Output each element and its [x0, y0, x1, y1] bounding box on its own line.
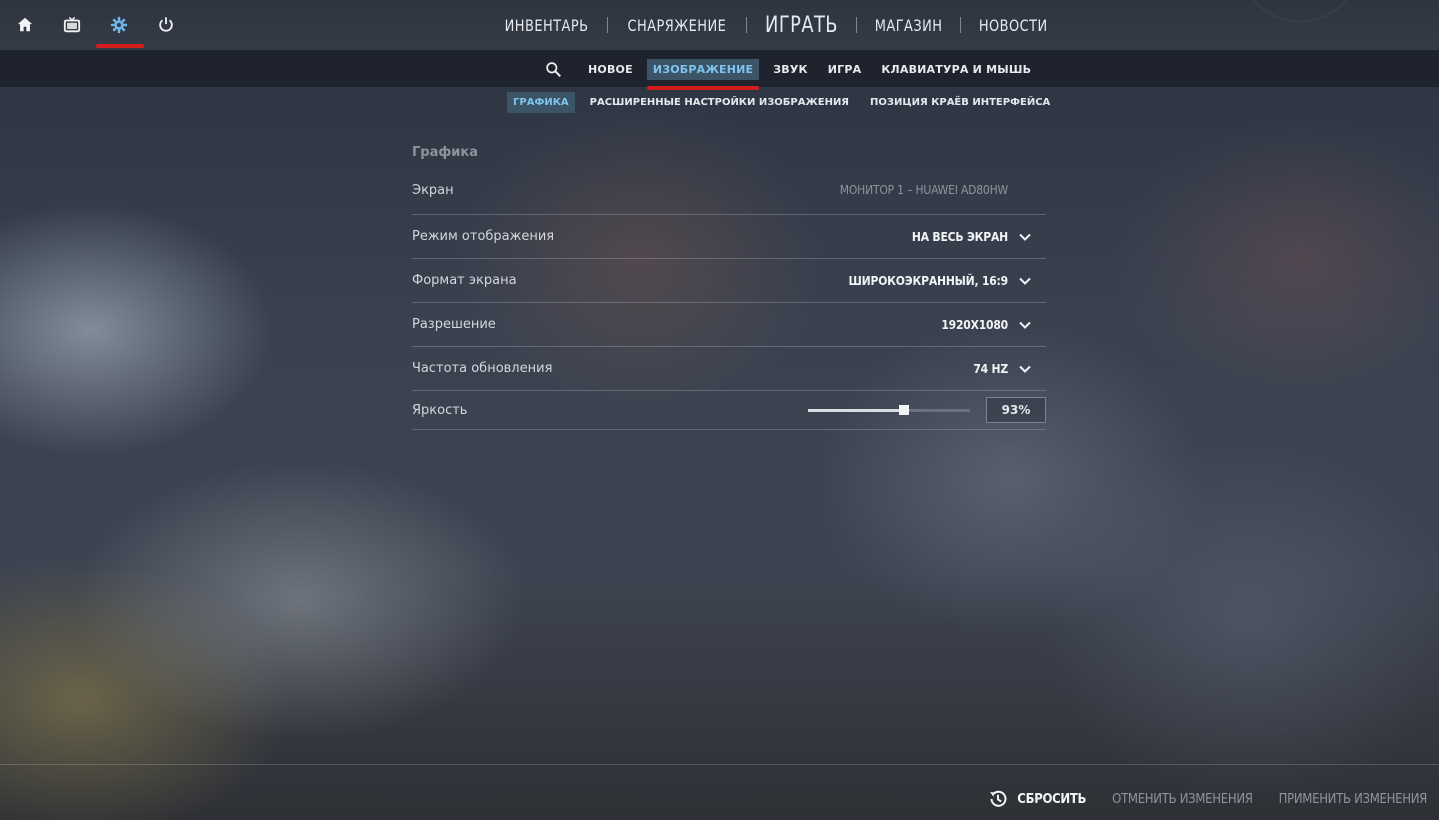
home-icon[interactable] [10, 10, 40, 40]
refresh-rate-dropdown[interactable]: 74 Hz [973, 362, 1046, 376]
reset-history-icon [990, 790, 1007, 807]
tab-audio[interactable]: Звук [767, 59, 813, 80]
settings-tab-bar: Новое Изображение Звук Игра Клавиатура и… [0, 51, 1439, 90]
graphics-panel: Графика Экран Монитор 1 – HUAWEI AD80HW … [412, 140, 1046, 430]
apply-changes-button[interactable]: Применить изменения [1279, 792, 1428, 807]
tab-new[interactable]: Новое [582, 59, 639, 80]
setting-row-resolution: Разрешение 1920x1080 [412, 303, 1046, 347]
subtab-advanced-video[interactable]: Расширенные настройки изображения [584, 92, 855, 113]
nav-divider [607, 17, 609, 33]
subtab-graphics[interactable]: Графика [507, 92, 575, 113]
search-icon[interactable] [540, 56, 566, 82]
brightness-value-input[interactable]: 93% [986, 397, 1046, 423]
chevron-down-icon [1019, 365, 1031, 373]
setting-value: Широкоэкранный, 16:9 [848, 273, 1009, 288]
display-mode-dropdown[interactable]: На весь экран [912, 230, 1046, 244]
main-nav: Инвентарь Снаряжение Играть Магазин Ново… [490, 0, 1061, 50]
tab-game[interactable]: Игра [822, 59, 868, 80]
nav-news[interactable]: Новости [970, 0, 1057, 50]
resolution-dropdown[interactable]: 1920x1080 [941, 318, 1046, 332]
section-title: Графика [412, 145, 478, 160]
nav-divider [855, 17, 857, 33]
aspect-ratio-dropdown[interactable]: Широкоэкранный, 16:9 [849, 274, 1046, 288]
video-subtabs: Графика Расширенные настройки изображени… [507, 92, 1065, 113]
nav-divider [745, 17, 747, 33]
power-icon[interactable] [151, 10, 181, 40]
reset-button[interactable]: Сбросить [987, 788, 1086, 810]
setting-row-screen: Экран Монитор 1 – HUAWEI AD80HW [412, 166, 1046, 215]
setting-row-display-mode: Режим отображения На весь экран [412, 215, 1046, 259]
gear-icon[interactable] [96, 10, 144, 48]
nav-inventory[interactable]: Инвентарь [496, 0, 598, 50]
setting-label: Экран [412, 182, 454, 198]
nav-loadout[interactable]: Снаряжение [619, 0, 736, 50]
slider-fill [808, 409, 904, 412]
tab-keyboard-mouse[interactable]: Клавиатура и мышь [875, 59, 1037, 80]
footer-actions: Сбросить Отменить изменения Применить из… [961, 788, 1427, 810]
subtab-hud-edge-position[interactable]: Позиция краёв интерфейса [864, 92, 1056, 113]
setting-row-aspect-ratio: Формат экрана Широкоэкранный, 16:9 [412, 259, 1046, 303]
system-icons [10, 10, 198, 48]
nav-divider [960, 17, 962, 33]
nav-store[interactable]: Магазин [866, 0, 952, 50]
footer-divider [0, 764, 1439, 765]
setting-label: Формат экрана [412, 273, 517, 288]
setting-value: На весь экран [911, 229, 1008, 244]
nav-play[interactable]: Играть [756, 0, 847, 50]
setting-row-brightness: Яркость 93% [412, 391, 1046, 430]
setting-row-refresh-rate: Частота обновления 74 Hz [412, 347, 1046, 391]
brightness-control: 93% [808, 397, 1046, 423]
setting-label: Разрешение [412, 317, 496, 332]
setting-value: Монитор 1 – HUAWEI AD80HW [839, 183, 1008, 197]
chevron-down-icon [1019, 277, 1031, 285]
setting-label: Частота обновления [412, 361, 553, 376]
chevron-down-icon [1019, 233, 1031, 241]
screen-value: Монитор 1 – HUAWEI AD80HW [840, 183, 1046, 197]
tv-icon[interactable] [57, 10, 87, 40]
setting-value: 1920x1080 [941, 317, 1008, 332]
slider-thumb[interactable] [898, 405, 909, 415]
setting-label: Яркость [412, 402, 468, 418]
setting-value: 74 Hz [973, 361, 1008, 376]
top-bar: Инвентарь Снаряжение Играть Магазин Ново… [0, 0, 1439, 51]
setting-label: Режим отображения [412, 229, 555, 244]
reset-label: Сбросить [1017, 791, 1087, 807]
tab-video[interactable]: Изображение [646, 58, 760, 90]
brightness-slider[interactable] [808, 405, 970, 415]
discard-changes-button[interactable]: Отменить изменения [1112, 792, 1253, 807]
chevron-down-icon [1019, 321, 1031, 329]
